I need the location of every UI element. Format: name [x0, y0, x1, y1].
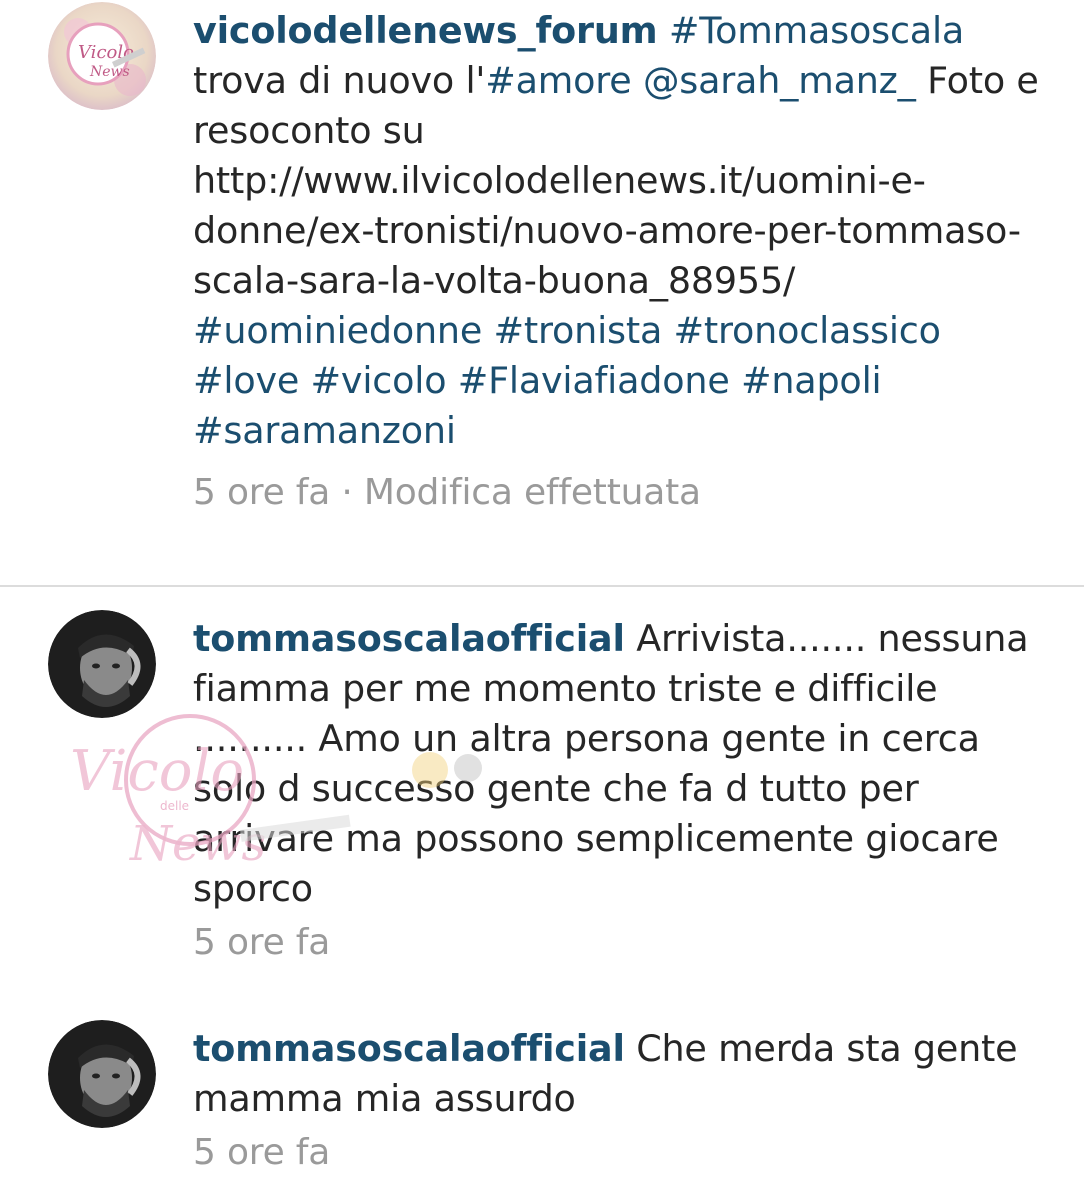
- comment-time[interactable]: 5 ore fa: [193, 1132, 330, 1173]
- comment-text-segment: [657, 9, 668, 52]
- comment-text-segment: trova di nuovo l': [193, 59, 486, 102]
- comment-text-segment: [632, 59, 643, 102]
- comment-text-segment: Arrivista....... nessuna fiamma per me m…: [193, 617, 1029, 910]
- comment-username[interactable]: tommasoscalaofficial: [193, 617, 625, 660]
- hashtag-link[interactable]: #uominiedonne: [193, 309, 482, 352]
- mention-link[interactable]: @sarah_manz_: [643, 59, 916, 102]
- hashtag-link[interactable]: #Flaviafiadone: [458, 359, 730, 402]
- comment-meta: 5 ore fa: [193, 1128, 1053, 1178]
- comment-body: tommasoscalaofficial Arrivista....... ne…: [193, 614, 1053, 968]
- edited-label: · Modifica effettuata: [330, 472, 701, 513]
- hashtag-link[interactable]: #tronista: [494, 309, 663, 352]
- divider: [0, 585, 1084, 587]
- hashtag-link[interactable]: #vicolo: [311, 359, 447, 402]
- hashtag-list: #uominiedonne #tronista #tronoclassico #…: [193, 306, 1053, 456]
- profile-photo-avatar-icon[interactable]: [48, 1020, 156, 1128]
- comment-time[interactable]: 5 ore fa: [193, 922, 330, 963]
- hashtag-link[interactable]: #love: [193, 359, 299, 402]
- comment-time[interactable]: 5 ore fa: [193, 472, 330, 513]
- comment-body: tommasoscalaofficial Che merda sta gente…: [193, 1024, 1053, 1178]
- hashtag-link[interactable]: #napoli: [741, 359, 882, 402]
- comment-text: Arrivista....... nessuna fiamma per me m…: [193, 617, 1029, 910]
- profile-photo-avatar-icon[interactable]: [48, 610, 156, 718]
- comment-username[interactable]: vicolodellenews_forum: [193, 9, 658, 52]
- comment-meta: 5 ore fa: [193, 918, 1053, 968]
- hashtag-link[interactable]: #tronoclassico: [674, 309, 941, 352]
- svg-text:delle: delle: [160, 799, 189, 813]
- hashtag-link[interactable]: #saramanzoni: [193, 409, 456, 452]
- hashtag-link[interactable]: #Tommasoscala: [669, 9, 964, 52]
- comment-meta: 5 ore fa · Modifica effettuata: [193, 468, 1053, 518]
- comment-text: #Tommasoscala trova di nuovo l'#amore @s…: [193, 9, 1039, 302]
- comment-body: vicolodellenews_forum #Tommasoscala trov…: [193, 6, 1053, 518]
- comment-username[interactable]: tommasoscalaofficial: [193, 1027, 625, 1070]
- svg-text:News: News: [89, 64, 130, 80]
- vicolo-logo-avatar-icon[interactable]: Vicolo News: [48, 2, 156, 110]
- hashtag-link[interactable]: #amore: [485, 59, 632, 102]
